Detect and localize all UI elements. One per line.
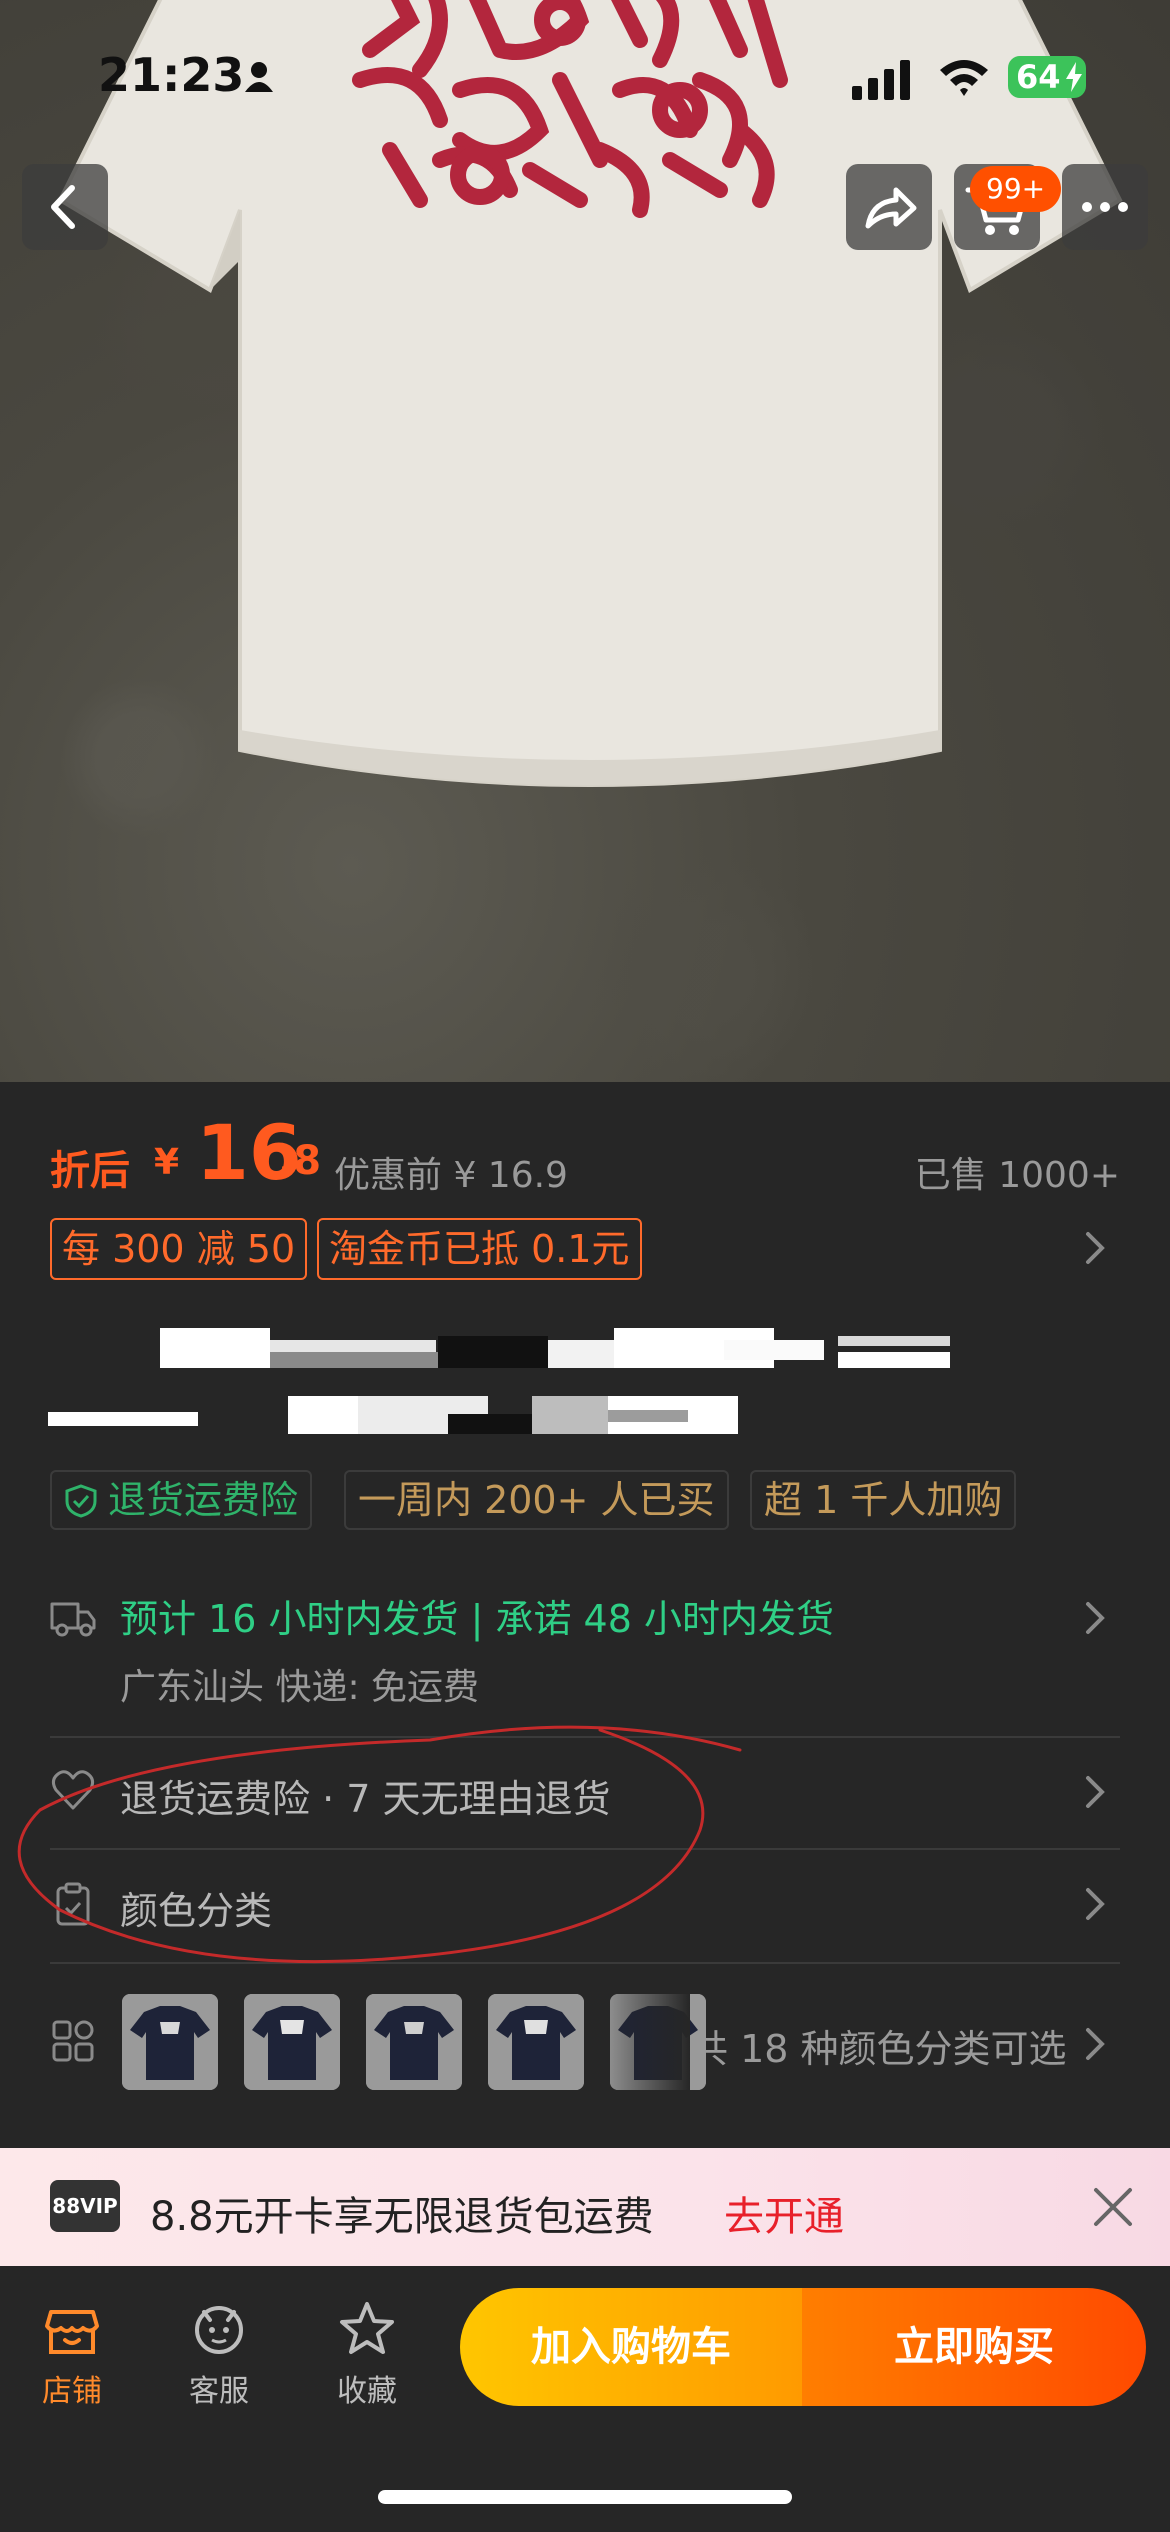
shield-check-icon <box>65 1484 97 1518</box>
more-button[interactable] <box>1062 164 1148 250</box>
heart-outline-icon <box>51 1770 95 1810</box>
service-guarantee-row[interactable]: 退货运费险 · 7 天无理由退货 <box>50 1738 1120 1848</box>
tshirt-thumbnail <box>488 1994 584 2090</box>
swatch-fade <box>600 1990 690 2094</box>
star-icon <box>340 2302 394 2354</box>
battery-level: 64 <box>1016 58 1061 96</box>
color-swatch[interactable] <box>366 1994 462 2090</box>
service-label: 退货运费险 · 7 天无理由退货 <box>120 1777 611 1821</box>
shipping-origin: 广东汕头 快递: 免运费 <box>120 1667 480 1708</box>
close-icon[interactable] <box>1090 2184 1136 2230</box>
more-dots-icon <box>1082 202 1128 212</box>
customer-service-icon <box>195 2306 243 2354</box>
vip-promo-text: 8.8元开卡享无限退货包运费 <box>150 2194 654 2240</box>
coupon-discount[interactable]: 每 300 减 50 <box>50 1218 308 1280</box>
battery-indicator: 64 <box>1008 56 1086 98</box>
chevron-right-icon <box>1086 1776 1105 1808</box>
original-price: 优惠前 ¥ 16.9 <box>334 1155 568 1196</box>
price-row: 折后 ¥ 16 .8 优惠前 ¥ 16.9 已售 1000+ <box>50 1108 1120 1197</box>
cart-count-badge: 99+ <box>970 166 1062 212</box>
color-swatch[interactable] <box>488 1994 584 2090</box>
add-to-cart-button[interactable]: 加入购物车 <box>460 2288 802 2406</box>
tab-favorite-label: 收藏 <box>337 2374 397 2409</box>
store-icon <box>45 2310 99 2354</box>
tab-shop[interactable]: 店铺 <box>17 2300 127 2410</box>
clipboard-check-icon <box>56 1882 90 1926</box>
tshirt-thumbnail <box>244 1994 340 2090</box>
chevron-right-icon[interactable] <box>1080 2024 1110 2064</box>
divider <box>50 1962 1120 1964</box>
home-indicator <box>378 2490 792 2504</box>
tag-return-insurance: 退货运费险 <box>50 1470 313 1530</box>
share-arrow-icon <box>865 187 917 229</box>
vip-promo-banner[interactable]: 88VIP 8.8元开卡享无限退货包运费 去开通 <box>0 2148 1170 2266</box>
chevron-left-icon <box>51 185 75 229</box>
tab-service-label: 客服 <box>189 2374 249 2409</box>
vip-badge: 88VIP <box>50 2180 120 2232</box>
back-button[interactable] <box>22 164 108 250</box>
person-icon <box>245 62 273 92</box>
tag-label: 退货运费险 <box>108 1478 299 1522</box>
coupon-taojinbi[interactable]: 淘金币已抵 0.1元 <box>317 1218 642 1280</box>
tab-favorite[interactable]: 收藏 <box>312 2300 422 2410</box>
color-count-label[interactable]: 共 18 种颜色分类可选 <box>690 2018 1067 2073</box>
tag-weekly-buyers: 一周内 200+ 人已买 <box>344 1470 729 1530</box>
product-image[interactable] <box>0 0 1170 1082</box>
cellular-signal-icon <box>852 60 910 100</box>
tshirt-thumbnail <box>122 1994 218 2090</box>
color-swatch[interactable] <box>244 1994 340 2090</box>
charging-bolt-icon <box>1066 62 1082 92</box>
tag-cart-adds: 超 1 千人加购 <box>750 1470 1017 1530</box>
color-swatch[interactable] <box>122 1994 218 2090</box>
price-decimal: .8 <box>278 1138 322 1184</box>
tab-customer-service[interactable]: 客服 <box>164 2300 274 2410</box>
shipping-row[interactable]: 预计 16 小时内发货 | 承诺 48 小时内发货 广东汕头 快递: 免运费 <box>50 1580 1120 1710</box>
tshirt-thumbnail <box>366 1994 462 2090</box>
buy-now-button[interactable]: 立即购买 <box>802 2288 1146 2406</box>
redacted-title <box>48 1328 950 1434</box>
delivery-truck-icon <box>50 1602 96 1637</box>
chevron-right-icon[interactable] <box>1080 1228 1110 1268</box>
wifi-icon <box>940 60 988 96</box>
color-variant-row[interactable]: 颜色分类 <box>50 1850 1120 1962</box>
variant-label: 颜色分类 <box>120 1889 273 1933</box>
chevron-right-icon <box>1086 1602 1105 1634</box>
price-prefix: 折后 <box>50 1148 130 1194</box>
vip-activate-link[interactable]: 去开通 <box>724 2184 844 2242</box>
shipping-estimate: 预计 16 小时内发货 | 承诺 48 小时内发货 <box>120 1597 834 1641</box>
status-bar: 21:23 64 <box>0 0 1170 150</box>
status-time: 21:23 <box>98 48 245 102</box>
grid-icon <box>52 2020 94 2062</box>
tab-shop-label: 店铺 <box>42 2374 102 2409</box>
sold-count: 已售 1000+ <box>914 1155 1120 1196</box>
price-currency: ¥ <box>154 1142 180 1183</box>
chevron-right-icon <box>1086 1888 1105 1920</box>
share-button[interactable] <box>846 164 932 250</box>
